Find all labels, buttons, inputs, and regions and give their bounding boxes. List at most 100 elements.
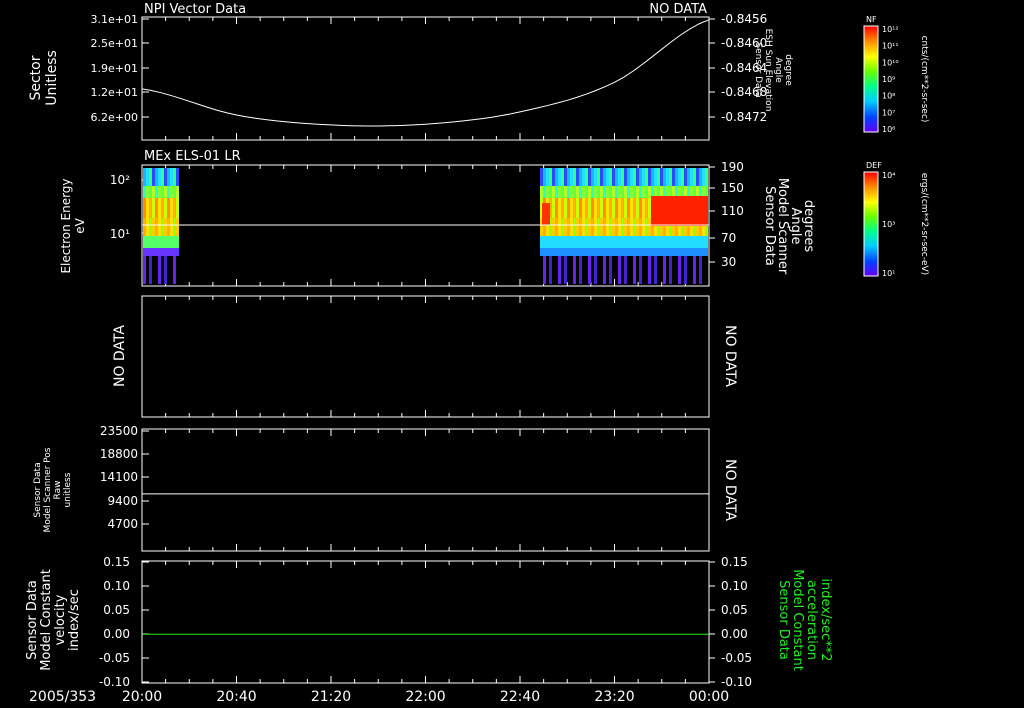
heat-cell bbox=[681, 168, 684, 186]
panel5-ylabel: index/sec bbox=[67, 589, 82, 651]
heat-cell bbox=[705, 248, 708, 256]
panel4-left-tick: 4700 bbox=[107, 517, 138, 531]
heat-cell bbox=[155, 248, 158, 256]
heat-cell bbox=[558, 168, 561, 186]
heat-cell bbox=[597, 218, 600, 236]
heat-cell bbox=[164, 186, 167, 198]
heat-cell bbox=[648, 256, 651, 284]
heat-cell bbox=[546, 236, 549, 248]
heat-cell bbox=[636, 198, 639, 218]
heat-cell bbox=[630, 168, 633, 186]
heat-cell bbox=[678, 248, 681, 256]
date-label: 2005/353 bbox=[29, 689, 96, 705]
heat-cell bbox=[555, 248, 558, 256]
heat-cell bbox=[173, 168, 176, 186]
x-tick-label: 22:40 bbox=[500, 689, 540, 705]
heat-cell bbox=[167, 218, 170, 236]
heat-cell bbox=[624, 256, 627, 284]
heat-cell bbox=[176, 248, 179, 256]
heat-cell bbox=[146, 236, 149, 248]
heat-cell bbox=[609, 256, 612, 284]
heat-cell bbox=[579, 218, 582, 236]
heat-cell bbox=[651, 248, 654, 256]
heat-cell bbox=[161, 236, 164, 248]
panel1-left-tick: 6.2e+00 bbox=[91, 111, 138, 124]
heat-cell bbox=[606, 168, 609, 186]
heat-cell bbox=[633, 256, 636, 284]
heat-cell bbox=[603, 218, 606, 236]
heat-cell bbox=[149, 248, 152, 256]
heat-cell bbox=[660, 248, 663, 256]
heat-cell bbox=[684, 256, 687, 284]
heat-cell bbox=[687, 236, 690, 248]
heat-cell bbox=[176, 198, 179, 218]
heat-cell bbox=[657, 248, 660, 256]
heat-cell bbox=[615, 248, 618, 256]
heat-cell bbox=[152, 168, 155, 186]
heat-cell bbox=[639, 236, 642, 248]
panel2-ylabel-1: Electron Energy bbox=[59, 178, 73, 273]
heat-cell bbox=[645, 198, 648, 218]
heat-cell bbox=[167, 198, 170, 218]
heat-cell bbox=[609, 248, 612, 256]
heat-cell bbox=[612, 218, 615, 236]
heat-cell bbox=[161, 186, 164, 198]
heat-cell bbox=[597, 198, 600, 218]
heat-cell bbox=[161, 248, 164, 256]
heat-cell bbox=[570, 186, 573, 198]
heat-cell bbox=[170, 236, 173, 248]
heat-cell bbox=[615, 198, 618, 218]
colorbar-def-tick: 10⁴ bbox=[882, 171, 895, 180]
heat-cell bbox=[564, 186, 567, 198]
heat-cell bbox=[594, 218, 597, 236]
heat-cell bbox=[669, 168, 672, 186]
heat-cell bbox=[143, 236, 146, 248]
heat-cell bbox=[582, 218, 585, 236]
heat-cell bbox=[693, 248, 696, 256]
heat-cell bbox=[173, 186, 176, 198]
panel5-right-tick: 0.15 bbox=[721, 555, 748, 569]
heat-cell bbox=[669, 256, 672, 284]
heat-cell bbox=[630, 218, 633, 236]
heat-cell bbox=[552, 218, 555, 236]
heat-cell bbox=[570, 198, 573, 218]
heat-cell bbox=[146, 248, 149, 256]
panel2-right-label: Sensor Data bbox=[762, 186, 777, 266]
heat-cell bbox=[630, 236, 633, 248]
heat-cell bbox=[669, 248, 672, 256]
heat-cell bbox=[585, 236, 588, 248]
heat-cell bbox=[648, 168, 651, 186]
heat-cell bbox=[149, 236, 152, 248]
heat-cell bbox=[152, 218, 155, 236]
heat-cell bbox=[164, 198, 167, 218]
heat-cell bbox=[621, 168, 624, 186]
heat-cell bbox=[615, 218, 618, 236]
panel5-left-tick: 0.00 bbox=[103, 627, 130, 641]
heat-cell bbox=[176, 186, 179, 198]
heat-cell bbox=[597, 236, 600, 248]
heat-cell bbox=[167, 236, 170, 248]
colorbar-def-tick: 10¹ bbox=[882, 269, 895, 278]
heat-cell bbox=[158, 236, 161, 248]
heat-cell bbox=[143, 198, 146, 218]
heat-cell bbox=[693, 168, 696, 186]
heat-cell bbox=[143, 248, 146, 256]
heat-cell bbox=[591, 236, 594, 248]
heat-cell bbox=[603, 248, 606, 256]
heat-cell bbox=[675, 248, 678, 256]
heat-cell bbox=[618, 218, 621, 236]
heat-cell bbox=[702, 236, 705, 248]
heat-cell bbox=[615, 168, 618, 186]
panel2-right-tick: 150 bbox=[721, 181, 744, 195]
heat-cell bbox=[618, 248, 621, 256]
heat-cell bbox=[642, 236, 645, 248]
colorbar-nf-tick: 10⁹ bbox=[882, 75, 895, 84]
heat-cell bbox=[576, 198, 579, 218]
heat-cell bbox=[651, 236, 654, 248]
heat-cell bbox=[555, 198, 558, 218]
heat-cell bbox=[642, 198, 645, 218]
heat-cell bbox=[639, 256, 642, 284]
colorbar-def-unit: ergs/(cm**2-sr-sec-eV) bbox=[919, 173, 929, 275]
heat-cell bbox=[161, 198, 164, 218]
heat-cell bbox=[549, 168, 552, 186]
